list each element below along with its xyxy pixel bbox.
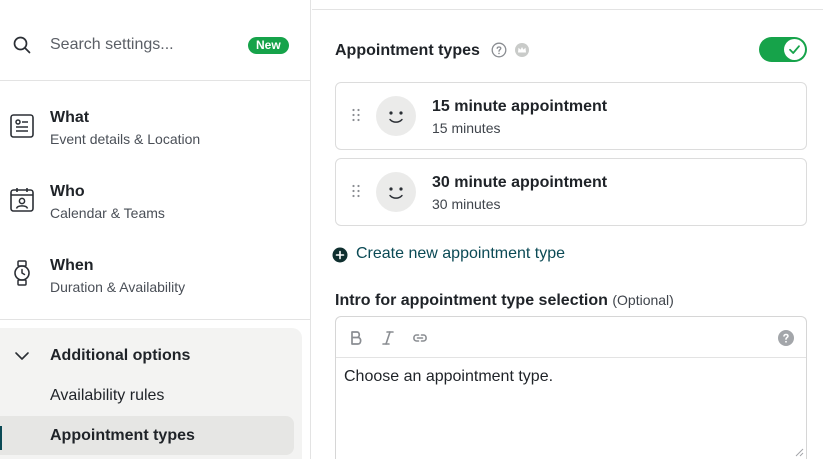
appointment-duration: 15 minutes xyxy=(432,120,501,136)
nav-what-title: What xyxy=(50,109,90,126)
nav-what-subtitle: Event details & Location xyxy=(50,131,201,147)
nav-item-who[interactable]: Who Calendar & Teams xyxy=(0,183,310,257)
appointment-name: 30 minute appointment xyxy=(432,174,608,191)
intro-label: Intro for appointment type selection (Op… xyxy=(335,292,674,310)
calendar-person-icon xyxy=(10,188,34,212)
intro-label-text: Intro for appointment type selection xyxy=(335,292,608,309)
id-card-icon xyxy=(10,114,34,138)
nav-when-subtitle: Duration & Availability xyxy=(50,279,186,295)
nav-who-title: Who xyxy=(50,183,85,200)
editor-help-icon[interactable] xyxy=(777,329,795,347)
intro-text[interactable]: Choose an appointment type. xyxy=(344,368,553,386)
check-icon xyxy=(789,45,800,54)
header-divider xyxy=(312,9,823,10)
toggle-knob xyxy=(784,39,805,60)
italic-icon[interactable] xyxy=(379,329,397,347)
appointment-name: 15 minute appointment xyxy=(432,98,608,115)
nav-who-subtitle: Calendar & Teams xyxy=(50,205,165,221)
crown-icon xyxy=(515,43,529,57)
resize-handle-icon[interactable] xyxy=(794,447,804,457)
appointment-duration: 30 minutes xyxy=(432,196,501,212)
sidebar-item-appointment-types[interactable]: Appointment types xyxy=(50,427,195,445)
additional-options-title[interactable]: Additional options xyxy=(50,347,190,365)
smiley-face-icon xyxy=(376,172,416,212)
nav-item-what[interactable]: What Event details & Location xyxy=(0,109,310,183)
chevron-down-icon[interactable] xyxy=(14,348,30,364)
appointment-card[interactable]: 30 minute appointment 30 minutes xyxy=(335,158,807,226)
editor-toolbar xyxy=(336,317,806,358)
plus-circle-icon xyxy=(332,247,348,263)
search-input[interactable]: Search settings... xyxy=(50,36,174,54)
active-indicator xyxy=(0,426,2,450)
drag-handle-icon[interactable] xyxy=(350,107,362,123)
optional-tag: (Optional) xyxy=(612,292,674,308)
watch-icon xyxy=(14,260,30,286)
smiley-face-icon xyxy=(376,96,416,136)
section-title: Appointment types xyxy=(335,42,480,59)
sidebar-divider xyxy=(0,319,310,320)
intro-editor[interactable]: Choose an appointment type. xyxy=(335,316,807,459)
help-icon[interactable] xyxy=(491,42,507,58)
appointment-types-toggle[interactable] xyxy=(759,37,807,62)
settings-sidebar: Search settings... New What Event detail… xyxy=(0,0,311,459)
search-bar[interactable]: Search settings... New xyxy=(0,0,310,81)
bold-icon[interactable] xyxy=(347,329,365,347)
nav-when-title: When xyxy=(50,257,94,274)
link-icon[interactable] xyxy=(411,329,429,347)
sidebar-item-availability-rules[interactable]: Availability rules xyxy=(50,387,164,405)
drag-handle-icon[interactable] xyxy=(350,183,362,199)
appointment-card[interactable]: 15 minute appointment 15 minutes xyxy=(335,82,807,150)
create-appointment-type-label: Create new appointment type xyxy=(356,245,566,262)
search-icon xyxy=(13,36,31,54)
new-badge: New xyxy=(248,37,289,54)
